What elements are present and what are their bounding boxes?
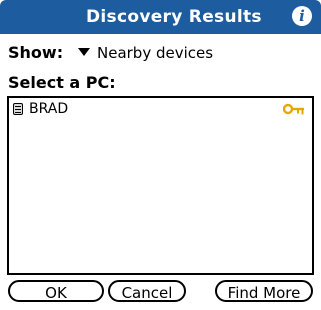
cancel-button[interactable]: Cancel [108,280,186,302]
window-title: Discovery Results [86,7,262,27]
pc-icon [13,103,23,115]
dropdown-arrow-icon [78,48,90,56]
pc-name: BRAD [29,101,69,117]
list-item[interactable]: BRAD [9,98,312,120]
key-icon [283,103,304,115]
discovery-results-screen: Discovery Results i Show: Nearby devices… [0,0,321,310]
ok-button[interactable]: OK [8,280,104,302]
select-pc-label: Select a PC: [8,73,116,92]
find-more-button[interactable]: Find More [215,280,313,302]
pc-list[interactable]: BRAD [7,96,314,275]
title-bar: Discovery Results i [0,0,321,34]
info-icon[interactable]: i [292,6,312,26]
show-dropdown-value: Nearby devices [97,44,214,62]
show-dropdown[interactable]: Nearby devices [78,42,213,64]
title-underline [0,32,321,34]
show-label: Show: [8,43,64,62]
